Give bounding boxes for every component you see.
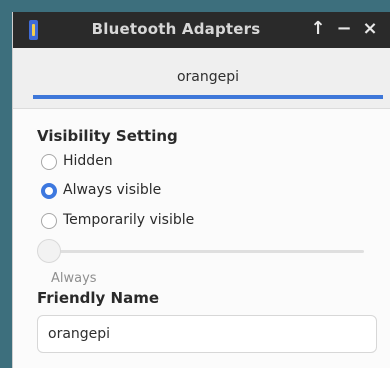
- selected-tab-indicator: [33, 95, 383, 99]
- friendly-name-title: Friendly Name: [37, 289, 160, 307]
- friendly-name-input[interactable]: [37, 315, 377, 353]
- adapter-tab-bar: orangepi: [13, 48, 390, 109]
- visibility-timeout-value: Always: [51, 271, 97, 286]
- always-visible-radio-label: Always visible: [63, 182, 162, 198]
- bluetooth-adapter-icon: [29, 20, 38, 40]
- hidden-radio-button[interactable]: [41, 154, 57, 170]
- close-icon[interactable]: ×: [359, 18, 381, 40]
- visibility-setting-title: Visibility Setting: [37, 127, 178, 145]
- bluetooth-adapters-window: Bluetooth Adapters ↑ − × orangepi Visibi…: [12, 12, 390, 368]
- temporarily-visible-radio-label: Temporarily visible: [63, 212, 195, 228]
- adapter-settings-panel: Visibility Setting Hidden Always visible…: [13, 109, 390, 368]
- title-bar[interactable]: Bluetooth Adapters ↑ − ×: [13, 12, 390, 48]
- always-visible-radio-button[interactable]: [41, 183, 57, 199]
- visibility-timeout-slider-thumb[interactable]: [37, 239, 61, 263]
- visibility-timeout-slider-track[interactable]: [41, 250, 364, 253]
- tab-orangepi[interactable]: orangepi: [33, 58, 383, 96]
- window-title: Bluetooth Adapters: [91, 20, 261, 38]
- temporarily-visible-radio-button[interactable]: [41, 213, 57, 229]
- minimize-icon[interactable]: −: [333, 18, 355, 40]
- maximize-icon[interactable]: ↑: [307, 18, 329, 40]
- hidden-radio-label: Hidden: [63, 153, 113, 169]
